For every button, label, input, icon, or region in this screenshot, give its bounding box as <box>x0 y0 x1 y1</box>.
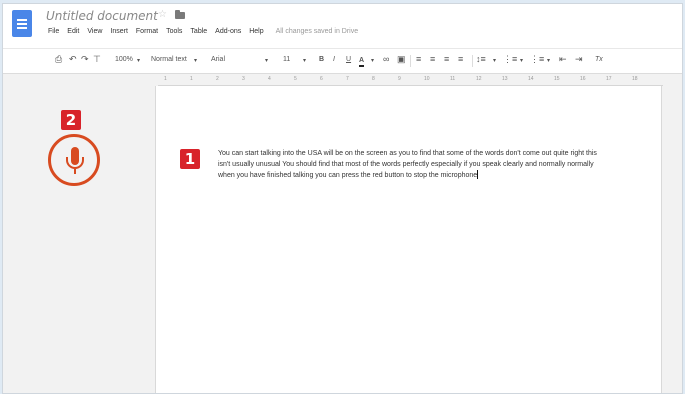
ruler-tick: 3 <box>242 76 245 82</box>
ruler-tick: 17 <box>606 76 612 82</box>
comment-icon[interactable]: ▣ <box>397 54 406 65</box>
docs-logo-icon[interactable] <box>12 10 32 37</box>
menu-help[interactable]: Help <box>249 28 263 35</box>
undo-icon[interactable]: ↶ <box>69 54 77 65</box>
line-spacing-icon[interactable]: ↕≡ <box>476 54 486 64</box>
font-size-select[interactable]: 11 <box>283 56 290 63</box>
step-badge-1: 1 <box>180 149 200 169</box>
menu-view[interactable]: View <box>87 28 102 35</box>
app-window: Untitled document ☆ File Edit View Inser… <box>2 3 683 394</box>
bold-button[interactable]: B <box>319 56 324 63</box>
paint-format-icon[interactable]: ⊤ <box>93 54 101 65</box>
style-select[interactable]: Normal text <box>151 56 187 63</box>
font-chevron-down-icon[interactable]: ▾ <box>265 57 268 64</box>
font-select[interactable]: Arial <box>211 56 225 63</box>
ruler-tick: 5 <box>294 76 297 82</box>
menu-tools[interactable]: Tools <box>166 28 182 35</box>
align-right-icon[interactable]: ≡ <box>444 54 449 64</box>
ruler-tick: 8 <box>372 76 375 82</box>
ruler-tick: 12 <box>476 76 482 82</box>
ruler-tick: 9 <box>398 76 401 82</box>
redo-icon[interactable]: ↷ <box>81 54 89 65</box>
document-page[interactable] <box>155 86 662 393</box>
italic-button[interactable]: I <box>333 56 335 63</box>
zoom-select[interactable]: 100% <box>115 56 133 63</box>
document-title[interactable]: Untitled document <box>46 9 158 23</box>
align-left-icon[interactable]: ≡ <box>416 54 421 64</box>
star-icon[interactable]: ☆ <box>158 9 167 20</box>
ruler-tick: 10 <box>424 76 430 82</box>
ruler-tick: 18 <box>632 76 638 82</box>
menu-add-ons[interactable]: Add-ons <box>215 28 241 35</box>
numbered-list-chevron-down-icon[interactable]: ▾ <box>520 57 523 64</box>
ruler-tick: 14 <box>528 76 534 82</box>
ruler[interactable]: 1 1 2 3 4 5 6 7 8 9 10 11 12 13 14 15 16… <box>158 74 663 86</box>
voice-typing-microphone-button[interactable] <box>48 134 100 186</box>
folder-icon[interactable] <box>175 10 185 19</box>
print-icon[interactable]: ⎙ <box>55 54 62 65</box>
menu-format[interactable]: Format <box>136 28 158 35</box>
align-center-icon[interactable]: ≡ <box>430 54 435 64</box>
line-spacing-chevron-down-icon[interactable]: ▾ <box>493 57 496 64</box>
menu-file[interactable]: File <box>48 28 59 35</box>
text-color-chevron-down-icon[interactable]: ▾ <box>371 57 374 64</box>
step-badge-2: 2 <box>61 110 81 130</box>
increase-indent-icon[interactable]: ⇥ <box>575 54 583 65</box>
bulleted-list-icon[interactable]: ⋮≡ <box>530 54 544 65</box>
text-cursor <box>477 170 479 179</box>
link-icon[interactable]: ∞ <box>383 54 389 64</box>
clear-formatting-button[interactable]: Tx <box>595 56 603 63</box>
docs-header: Untitled document ☆ File Edit View Inser… <box>3 4 682 48</box>
decrease-indent-icon[interactable]: ⇤ <box>559 54 567 65</box>
ruler-tick: 15 <box>554 76 560 82</box>
menu-edit[interactable]: Edit <box>67 28 79 35</box>
text-color-button[interactable]: A <box>359 56 365 67</box>
dictated-paragraph: You can start talking into the USA will … <box>218 150 597 179</box>
save-status[interactable]: All changes saved in Drive <box>276 28 359 35</box>
style-chevron-down-icon[interactable]: ▾ <box>194 57 197 64</box>
bulleted-list-chevron-down-icon[interactable]: ▾ <box>547 57 550 64</box>
ruler-tick: 2 <box>216 76 219 82</box>
ruler-tick: 16 <box>580 76 586 82</box>
numbered-list-icon[interactable]: ⋮≡ <box>503 54 517 65</box>
ruler-tick: 13 <box>502 76 508 82</box>
zoom-chevron-down-icon[interactable]: ▾ <box>137 57 140 64</box>
menu-insert[interactable]: Insert <box>110 28 128 35</box>
ruler-tick: 1 <box>190 76 193 82</box>
ruler-tick: 4 <box>268 76 271 82</box>
size-chevron-down-icon[interactable]: ▾ <box>303 57 306 64</box>
menu-table[interactable]: Table <box>190 28 207 35</box>
menu-bar: File Edit View Insert Format Tools Table… <box>48 28 358 35</box>
underline-button[interactable]: U <box>346 56 351 63</box>
ruler-tick: 1 <box>164 76 167 82</box>
document-body-text[interactable]: You can start talking into the USA will … <box>218 149 608 182</box>
ruler-tick: 7 <box>346 76 349 82</box>
ruler-tick: 11 <box>450 76 456 82</box>
toolbar: ⎙ ↶ ↷ ⊤ 100% ▾ Normal text ▾ Arial ▾ 11 … <box>3 48 682 74</box>
align-justify-icon[interactable]: ≡ <box>458 54 463 64</box>
ruler-tick: 6 <box>320 76 323 82</box>
